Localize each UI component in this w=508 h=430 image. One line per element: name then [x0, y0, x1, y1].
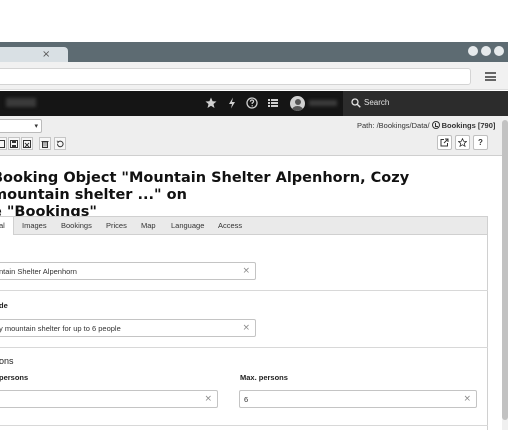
max-persons-value: 6 [244, 395, 249, 404]
app-topbar: Search [0, 91, 508, 116]
save-view-button[interactable] [21, 137, 33, 150]
clear-icon[interactable]: × [242, 266, 250, 276]
browser-menu-icon[interactable] [485, 72, 496, 81]
bolt-icon[interactable] [225, 96, 239, 110]
clock-icon [431, 121, 440, 129]
window-maximize-button[interactable] [481, 46, 491, 56]
screen: × Search ▾ Path: /Bookings/Data/ Booking… [0, 0, 508, 430]
history-icon [56, 139, 64, 147]
floppy-icon [10, 139, 18, 148]
action-select[interactable]: ▾ [0, 119, 42, 133]
subtitle-value: y mountain shelter for up to 6 people [0, 324, 121, 333]
undo-button[interactable] [54, 137, 66, 150]
page-title: Booking Object "Mountain Shelter Alpenho… [0, 170, 482, 221]
max-persons-label: Max. persons [240, 373, 288, 382]
scroll-thumb[interactable] [502, 120, 508, 420]
form-panel: ntain Shelter Alpenhorn × de y mountain … [0, 235, 488, 430]
divider [0, 290, 488, 291]
tab-prices[interactable]: Prices [100, 217, 133, 235]
bookmark-button[interactable] [455, 135, 470, 150]
clear-icon[interactable]: × [242, 323, 250, 333]
subtitle-field[interactable]: y mountain shelter for up to 6 people × [0, 319, 256, 337]
help-icon[interactable] [245, 96, 259, 110]
user-name[interactable] [309, 100, 337, 106]
page-title-line1: Booking Object "Mountain Shelter Alpenho… [0, 170, 410, 203]
tab-bar: al Images Bookings Prices Map Language A… [0, 216, 488, 236]
min-persons-field[interactable]: × [0, 390, 218, 408]
tab-images[interactable]: Images [16, 217, 53, 235]
page-scrollbar[interactable] [502, 116, 508, 430]
title-value: ntain Shelter Alpenhorn [0, 267, 77, 276]
min-persons-label: persons [0, 373, 29, 382]
floppy-close-icon [23, 139, 31, 148]
divider [0, 347, 488, 348]
external-link-icon [440, 138, 449, 147]
star-outline-icon [458, 138, 467, 147]
doc-header: ▾ Path: /Bookings/Data/ Bookings [790] ? [0, 116, 502, 156]
path-current[interactable]: Bookings [790] [442, 121, 496, 130]
help-button[interactable]: ? [473, 135, 488, 150]
tab-access[interactable]: Access [212, 217, 248, 235]
open-new-window-button[interactable] [437, 135, 452, 150]
path-label: Path: /Bookings/Data/ [357, 121, 430, 130]
tab-bookings[interactable]: Bookings [55, 217, 98, 235]
star-icon[interactable] [204, 96, 218, 110]
divider [0, 425, 488, 426]
persons-section-title: ons [0, 356, 14, 366]
delete-button[interactable] [39, 137, 51, 150]
search-icon [351, 98, 361, 108]
browser-titlebar [0, 42, 508, 62]
save-button[interactable] [8, 137, 20, 150]
question-icon: ? [478, 138, 483, 147]
search-button[interactable]: Search [343, 91, 508, 116]
tab-general[interactable]: al [0, 217, 14, 236]
list-icon[interactable] [266, 96, 280, 110]
tab-language[interactable]: Language [165, 217, 210, 235]
browser-toolbar [0, 62, 508, 90]
address-bar[interactable] [0, 68, 471, 85]
user-avatar[interactable] [290, 96, 305, 111]
breadcrumb: Path: /Bookings/Data/ Bookings [790] [357, 121, 495, 130]
trash-icon [41, 140, 49, 148]
tab-close-icon[interactable]: × [42, 47, 50, 62]
title-field[interactable]: ntain Shelter Alpenhorn × [0, 262, 256, 280]
clear-icon[interactable]: × [463, 394, 471, 404]
chevron-down-icon: ▾ [34, 123, 38, 130]
window-minimize-button[interactable] [468, 46, 478, 56]
window-close-button[interactable] [494, 46, 504, 56]
app-logo [6, 98, 36, 107]
max-persons-field[interactable]: 6 × [239, 390, 477, 408]
subtitle-label: de [0, 301, 8, 310]
save-close-button[interactable] [0, 137, 7, 150]
browser-tab[interactable]: × [0, 47, 68, 62]
tab-map[interactable]: Map [135, 217, 162, 235]
search-label: Search [364, 98, 390, 107]
clear-icon[interactable]: × [204, 394, 212, 404]
